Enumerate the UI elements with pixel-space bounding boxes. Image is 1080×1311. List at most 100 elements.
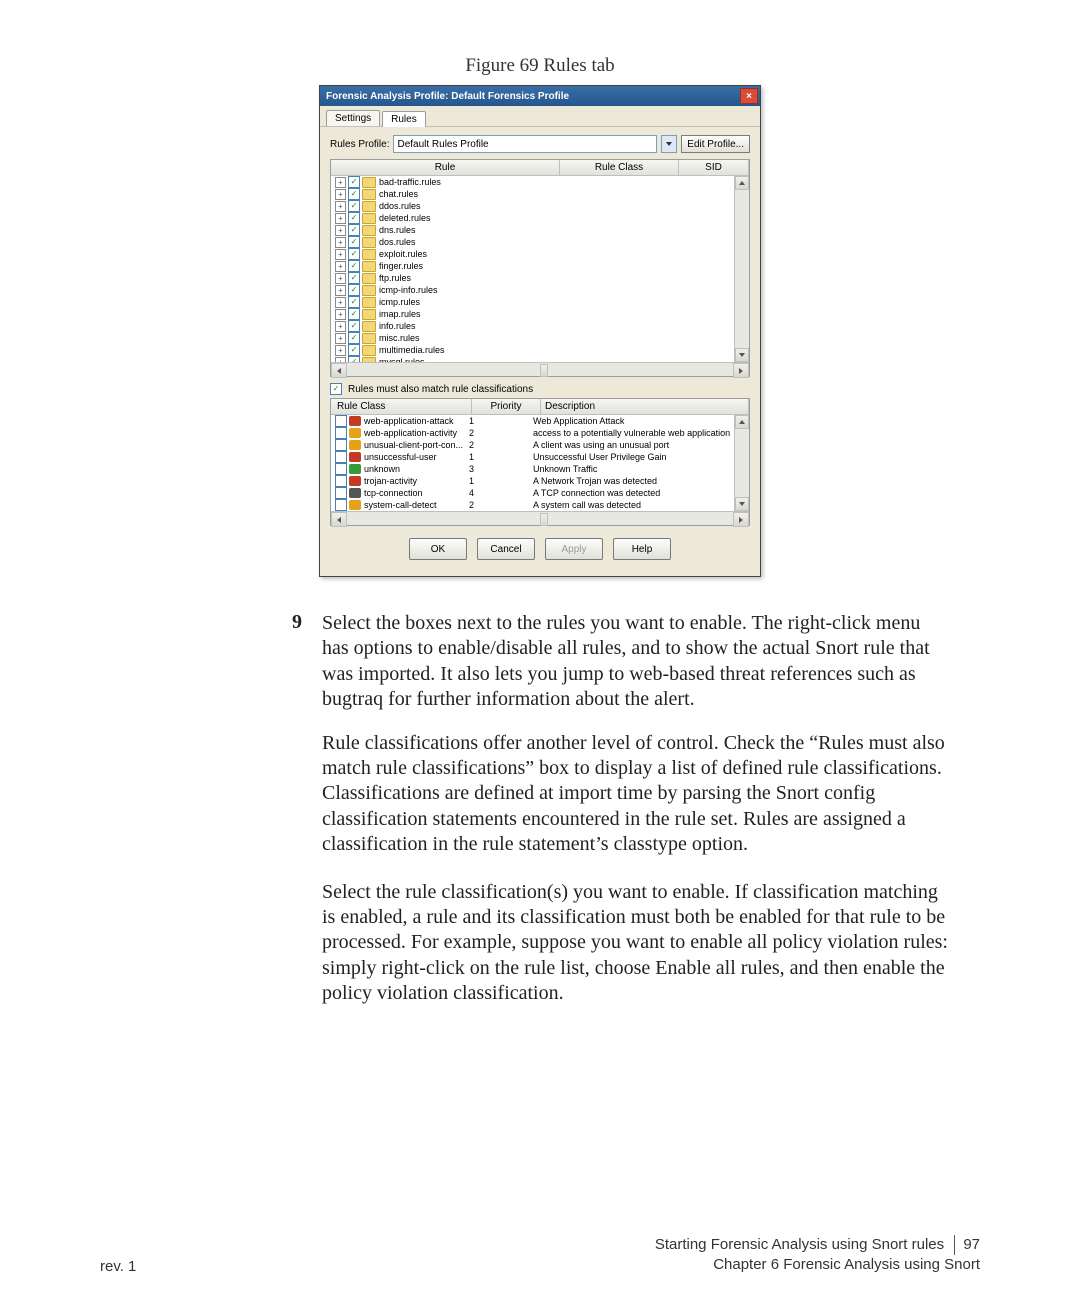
- classification-row[interactable]: unusual-client-port-con...2A client was …: [331, 439, 749, 451]
- rule-row[interactable]: +exploit.rules: [331, 248, 749, 260]
- classification-row[interactable]: web-application-attack1Web Application A…: [331, 415, 749, 427]
- scroll-down-icon[interactable]: [735, 348, 749, 362]
- expand-icon[interactable]: +: [335, 249, 346, 260]
- rule-row[interactable]: +ddos.rules: [331, 200, 749, 212]
- scroll-down-icon[interactable]: [735, 497, 749, 511]
- rules-horizontal-scrollbar[interactable]: [331, 362, 749, 376]
- class-checkbox[interactable]: [335, 487, 347, 499]
- profile-dropdown-icon[interactable]: [661, 135, 677, 153]
- rule-checkbox[interactable]: [348, 248, 360, 260]
- expand-icon[interactable]: +: [335, 261, 346, 272]
- rule-checkbox[interactable]: [348, 224, 360, 236]
- classification-row[interactable]: trojan-activity1A Network Trojan was det…: [331, 475, 749, 487]
- scroll-track[interactable]: [347, 512, 733, 525]
- col-rule[interactable]: Rule: [331, 160, 560, 175]
- rule-checkbox[interactable]: [348, 332, 360, 344]
- rule-checkbox[interactable]: [348, 356, 360, 362]
- rule-checkbox[interactable]: [348, 308, 360, 320]
- classification-row[interactable]: system-call-detect2A system call was det…: [331, 499, 749, 511]
- col-rule-class[interactable]: Rule Class: [560, 160, 679, 175]
- rule-row[interactable]: +ftp.rules: [331, 272, 749, 284]
- close-icon[interactable]: ×: [740, 88, 758, 104]
- must-match-checkbox[interactable]: [330, 383, 342, 395]
- expand-icon[interactable]: +: [335, 309, 346, 320]
- scroll-right-icon[interactable]: [733, 363, 749, 378]
- rule-row[interactable]: +dns.rules: [331, 224, 749, 236]
- rule-row[interactable]: +bad-traffic.rules: [331, 176, 749, 188]
- rule-checkbox[interactable]: [348, 212, 360, 224]
- classification-row[interactable]: web-application-activity2access to a pot…: [331, 427, 749, 439]
- rule-checkbox[interactable]: [348, 236, 360, 248]
- rule-row[interactable]: +icmp.rules: [331, 296, 749, 308]
- scroll-track[interactable]: [735, 190, 749, 348]
- scroll-up-icon[interactable]: [735, 415, 749, 429]
- col-description[interactable]: Description: [541, 399, 749, 414]
- rule-checkbox[interactable]: [348, 320, 360, 332]
- rule-checkbox[interactable]: [348, 188, 360, 200]
- expand-icon[interactable]: +: [335, 225, 346, 236]
- classification-row[interactable]: unknown3Unknown Traffic: [331, 463, 749, 475]
- rule-checkbox[interactable]: [348, 344, 360, 356]
- rule-checkbox[interactable]: [348, 200, 360, 212]
- scroll-left-icon[interactable]: [331, 512, 347, 527]
- class-checkbox[interactable]: [335, 427, 347, 439]
- ok-button[interactable]: OK: [409, 538, 467, 560]
- scroll-up-icon[interactable]: [735, 176, 749, 190]
- col-sid[interactable]: SID: [679, 160, 749, 175]
- class-checkbox[interactable]: [335, 415, 347, 427]
- expand-icon[interactable]: +: [335, 273, 346, 284]
- class-checkbox[interactable]: [335, 439, 347, 451]
- expand-icon[interactable]: +: [335, 345, 346, 356]
- expand-icon[interactable]: +: [335, 357, 346, 363]
- help-button[interactable]: Help: [613, 538, 671, 560]
- rule-row[interactable]: +icmp-info.rules: [331, 284, 749, 296]
- rule-checkbox[interactable]: [348, 296, 360, 308]
- rule-checkbox[interactable]: [348, 260, 360, 272]
- class-horizontal-scrollbar[interactable]: [331, 511, 749, 525]
- expand-icon[interactable]: +: [335, 237, 346, 248]
- expand-icon[interactable]: +: [335, 333, 346, 344]
- tab-settings[interactable]: Settings: [326, 110, 380, 126]
- apply-button[interactable]: Apply: [545, 538, 603, 560]
- expand-icon[interactable]: +: [335, 297, 346, 308]
- tab-rules[interactable]: Rules: [382, 111, 426, 127]
- class-checkbox[interactable]: [335, 463, 347, 475]
- rule-row[interactable]: +misc.rules: [331, 332, 749, 344]
- folder-icon: [362, 273, 376, 284]
- col-rule-class[interactable]: Rule Class: [331, 399, 472, 414]
- rule-row[interactable]: +dos.rules: [331, 236, 749, 248]
- scroll-track[interactable]: [735, 429, 749, 497]
- must-match-checkbox-row[interactable]: Rules must also match rule classificatio…: [330, 383, 750, 395]
- rule-row[interactable]: +mysql.rules: [331, 356, 749, 362]
- class-vertical-scrollbar[interactable]: [734, 415, 749, 511]
- class-checkbox[interactable]: [335, 475, 347, 487]
- expand-icon[interactable]: +: [335, 321, 346, 332]
- rule-row[interactable]: +finger.rules: [331, 260, 749, 272]
- profile-input[interactable]: [393, 135, 657, 153]
- rule-checkbox[interactable]: [348, 176, 360, 188]
- expand-icon[interactable]: +: [335, 213, 346, 224]
- rule-row[interactable]: +imap.rules: [331, 308, 749, 320]
- dialog-titlebar: Forensic Analysis Profile: Default Foren…: [320, 86, 760, 106]
- scroll-right-icon[interactable]: [733, 512, 749, 527]
- edit-profile-button[interactable]: Edit Profile...: [681, 135, 750, 153]
- expand-icon[interactable]: +: [335, 201, 346, 212]
- scroll-track[interactable]: [347, 363, 733, 376]
- classification-row[interactable]: tcp-connection4A TCP connection was dete…: [331, 487, 749, 499]
- cancel-button[interactable]: Cancel: [477, 538, 535, 560]
- expand-icon[interactable]: +: [335, 189, 346, 200]
- col-priority[interactable]: Priority: [472, 399, 541, 414]
- expand-icon[interactable]: +: [335, 177, 346, 188]
- expand-icon[interactable]: +: [335, 285, 346, 296]
- class-checkbox[interactable]: [335, 499, 347, 511]
- class-checkbox[interactable]: [335, 451, 347, 463]
- rule-checkbox[interactable]: [348, 272, 360, 284]
- rule-row[interactable]: +multimedia.rules: [331, 344, 749, 356]
- rule-row[interactable]: +chat.rules: [331, 188, 749, 200]
- rule-row[interactable]: +deleted.rules: [331, 212, 749, 224]
- rule-row[interactable]: +info.rules: [331, 320, 749, 332]
- rule-checkbox[interactable]: [348, 284, 360, 296]
- rules-vertical-scrollbar[interactable]: [734, 176, 749, 362]
- classification-row[interactable]: unsuccessful-user1Unsuccessful User Priv…: [331, 451, 749, 463]
- scroll-left-icon[interactable]: [331, 363, 347, 378]
